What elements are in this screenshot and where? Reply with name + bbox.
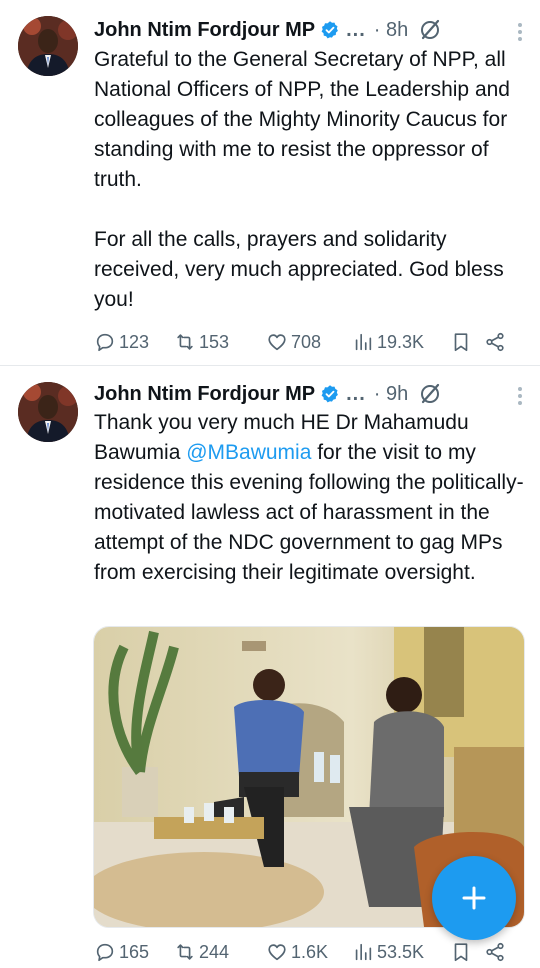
reply-icon bbox=[96, 943, 114, 962]
bookmark-icon bbox=[454, 333, 468, 352]
tweet-divider bbox=[0, 365, 540, 366]
repost-count: 244 bbox=[199, 941, 230, 962]
timestamp[interactable]: · 9h bbox=[374, 383, 408, 406]
tweet-paragraph: For all the calls, prayers and solidarit… bbox=[94, 228, 504, 311]
truncated-handle[interactable]: ... bbox=[346, 383, 366, 406]
grok-icon[interactable] bbox=[418, 382, 442, 406]
author-name[interactable]: John Ntim Fordjour MP bbox=[94, 383, 315, 406]
avatar[interactable] bbox=[18, 382, 78, 442]
share-button[interactable] bbox=[484, 941, 512, 963]
heart-icon bbox=[268, 944, 286, 961]
tweet-text: Thank you very much HE Dr Mahamudu Bawum… bbox=[94, 408, 524, 588]
reply-button[interactable]: 123 bbox=[94, 331, 174, 353]
tweet-paragraph: Grateful to the General Secretary of NPP… bbox=[94, 48, 510, 191]
timestamp[interactable]: · 8h bbox=[374, 19, 408, 42]
more-options-icon[interactable] bbox=[518, 384, 524, 408]
view-count: 19.3K bbox=[377, 331, 425, 352]
like-count: 1.6K bbox=[291, 941, 329, 962]
verified-badge-icon bbox=[321, 385, 339, 403]
repost-icon bbox=[177, 334, 193, 350]
like-button[interactable]: 708 bbox=[266, 331, 352, 353]
tweet-actions: 123 153 708 19.3K bbox=[94, 327, 526, 357]
repost-button[interactable]: 244 bbox=[174, 941, 266, 963]
heart-icon bbox=[268, 334, 286, 351]
views-button[interactable]: 19.3K bbox=[352, 331, 450, 353]
bookmark-button[interactable] bbox=[450, 941, 484, 963]
like-count: 708 bbox=[291, 331, 322, 352]
share-icon bbox=[486, 332, 504, 352]
truncated-handle[interactable]: ... bbox=[346, 19, 366, 42]
plus-icon bbox=[462, 886, 486, 910]
like-button[interactable]: 1.6K bbox=[266, 941, 352, 963]
tweet-header: John Ntim Fordjour MP ... · 9h bbox=[94, 380, 526, 408]
share-icon bbox=[486, 942, 504, 962]
bookmark-button[interactable] bbox=[450, 331, 484, 353]
repost-icon bbox=[177, 944, 193, 960]
share-button[interactable] bbox=[484, 331, 512, 353]
bookmark-icon bbox=[454, 943, 468, 962]
tweet-actions: 165 244 1.6K 53.5K bbox=[94, 937, 526, 967]
tweet-header: John Ntim Fordjour MP ... · 8h bbox=[94, 16, 526, 44]
compose-button[interactable] bbox=[432, 856, 516, 940]
views-button[interactable]: 53.5K bbox=[352, 941, 450, 963]
views-icon bbox=[355, 943, 372, 961]
repost-count: 153 bbox=[199, 331, 230, 352]
reply-count: 165 bbox=[119, 941, 150, 962]
views-icon bbox=[355, 333, 372, 351]
tweet[interactable]: John Ntim Fordjour MP ... · 8h Grateful … bbox=[0, 0, 540, 364]
tweet-text: Grateful to the General Secretary of NPP… bbox=[94, 45, 524, 315]
author-name[interactable]: John Ntim Fordjour MP bbox=[94, 19, 315, 42]
reply-count: 123 bbox=[119, 331, 150, 352]
verified-badge-icon bbox=[321, 21, 339, 39]
mention-link[interactable]: @MBawumia bbox=[186, 441, 311, 464]
reply-button[interactable]: 165 bbox=[94, 941, 174, 963]
repost-button[interactable]: 153 bbox=[174, 331, 266, 353]
grok-icon[interactable] bbox=[418, 18, 442, 42]
avatar[interactable] bbox=[18, 16, 78, 76]
more-options-icon[interactable] bbox=[518, 20, 524, 44]
view-count: 53.5K bbox=[377, 941, 425, 962]
reply-icon bbox=[96, 333, 114, 352]
